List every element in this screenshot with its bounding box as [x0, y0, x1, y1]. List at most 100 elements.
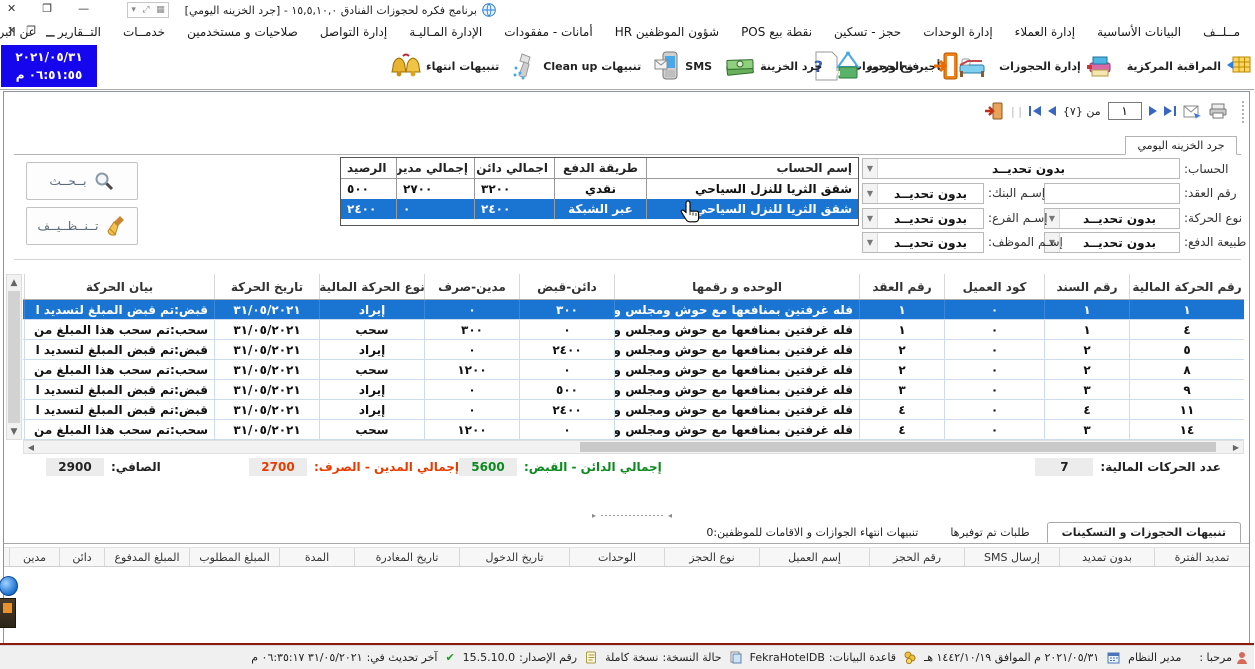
alerts-column-header[interactable]: إرسال SMS: [965, 548, 1060, 566]
menu-item-3[interactable]: إدارة الوحدات: [924, 25, 993, 39]
alerts-column-header[interactable]: تمديد الفترة: [1155, 548, 1250, 566]
branch-select[interactable]: ▼بدون تحديــد: [863, 208, 985, 229]
menu-item-4[interactable]: حجز - تسكين: [835, 25, 902, 39]
menu-item-5[interactable]: نقطة بيع POS: [742, 25, 813, 39]
next-record-button[interactable]: [1150, 106, 1158, 116]
clean-button[interactable]: تــنــظــيــف: [27, 207, 139, 245]
close-button[interactable]: ✕: [8, 2, 17, 15]
scroll-right-icon[interactable]: ▶: [1230, 441, 1244, 453]
menu-bar: مــلــف البيانات الأساسية إدارة العملاء إدا…: [0, 22, 1255, 42]
record-number-input[interactable]: [1109, 102, 1143, 120]
toolbar-drag-handle[interactable]: [1242, 100, 1246, 124]
menu-item-0[interactable]: مــلــف: [1204, 25, 1241, 39]
mdi-close-button[interactable]: ✕: [8, 24, 17, 37]
grid-row[interactable]: ١١٠١فله غرفتين بمنافعها مع حوش ومجلس ومس…: [24, 300, 1245, 320]
menu-item-6[interactable]: شؤون الموظفين HR: [616, 25, 720, 39]
menu-item-10[interactable]: صلاحيات و مستخدمين: [188, 25, 299, 39]
grid-horizontal-scrollbar[interactable]: ◀ ▶: [24, 440, 1245, 454]
scroll-down-icon[interactable]: ▼: [8, 424, 22, 439]
menu-item-1[interactable]: البيانات الأساسية: [1098, 25, 1182, 39]
grid-column-header[interactable]: بيان الحركة: [25, 274, 215, 299]
alerts-column-header[interactable]: إسم العميل: [760, 548, 870, 566]
scroll-up-icon[interactable]: ▲: [8, 275, 22, 290]
grid-row[interactable]: ٩٣٠٣فله غرفتين بمنافعها مع حوش ومجلس ومس…: [24, 380, 1245, 400]
mdi-restore-button[interactable]: ❐: [27, 24, 37, 37]
alerts-column-header[interactable]: نوع الحجز: [665, 548, 760, 566]
panel-splitter-handle[interactable]: ◂▸: [593, 511, 673, 519]
search-button[interactable]: بــحــث: [27, 162, 139, 200]
print-button[interactable]: [1210, 103, 1228, 119]
scroll-left-icon[interactable]: ◀: [25, 441, 39, 453]
alerts-column-header[interactable]: المبلغ المدفوع: [105, 548, 190, 566]
grid-column-header[interactable]: كود العميل: [945, 274, 1045, 299]
tab-daily-treasury[interactable]: جرد الخزينه اليومي: [1126, 136, 1238, 155]
toolbar-central-monitor-button[interactable]: المراقبة المركزية: [1128, 54, 1253, 78]
toolbar-cleanup-alerts-button[interactable]: تنبيهات Clean up: [513, 52, 642, 80]
alerts-column-header[interactable]: رقم الحجز: [870, 548, 965, 566]
grid-vertical-scrollbar[interactable]: ▲ ▼: [7, 274, 23, 440]
bank-select[interactable]: ▼بدون تحديــد: [863, 183, 985, 204]
close-form-exit-icon[interactable]: [985, 102, 1005, 120]
restore-button[interactable]: ❐: [43, 2, 53, 15]
toolbar-expiry-alerts-button[interactable]: تنبيهات انتهاء: [392, 52, 500, 80]
alerts-column-header[interactable]: المدة: [280, 548, 355, 566]
grid-column-header[interactable]: تاريخ الحركة: [215, 274, 320, 299]
next-record-icon: [1150, 106, 1158, 116]
side-panel-sphere-icon[interactable]: [0, 576, 19, 596]
alerts-column-header[interactable]: دائن: [60, 548, 105, 566]
grid-column-header[interactable]: رقم العقد: [860, 274, 945, 299]
grid-column-header[interactable]: الوحده و رقمها: [615, 274, 860, 299]
menu-item-11[interactable]: خدمــات: [124, 25, 166, 39]
grid-cell: ٤: [1045, 400, 1130, 419]
export-mail-button[interactable]: [1184, 104, 1203, 119]
summary-row-cash[interactable]: شقق الثريا للنزل السياحي نقدي ٣٢٠٠ ٢٧٠٠ …: [342, 179, 859, 199]
alerts-column-header[interactable]: مدين: [10, 548, 60, 566]
payment-nature-select[interactable]: ▼بدون تحديــد: [1045, 232, 1181, 253]
tab-reservation-alerts[interactable]: تنبيهات الحجوزات و التسكينات: [1048, 522, 1242, 543]
side-panel-tool-icon[interactable]: [0, 598, 17, 628]
movement-type-select[interactable]: ▼بدون تحديــد: [1045, 208, 1181, 229]
toolbar-exit-button[interactable]: [933, 51, 961, 81]
alerts-column-header[interactable]: الوحدات: [570, 548, 665, 566]
menu-item-12[interactable]: التــقارير: [59, 25, 102, 39]
grid-cell: سحب: [320, 360, 425, 379]
grid-column-header[interactable]: مدين-صرف: [425, 274, 520, 299]
grid-column-header[interactable]: دائن-قبض: [520, 274, 615, 299]
alerts-column-header[interactable]: المبلغ المطلوب: [190, 548, 280, 566]
first-record-button[interactable]: [1030, 106, 1042, 116]
grid-column-header[interactable]: رقم السند: [1045, 274, 1130, 299]
toolbar-treasury-button[interactable]: جرد الخزينة: [726, 55, 823, 77]
grid-row[interactable]: ٤١٠١فله غرفتين بمنافعها مع حوش ومجلس ومس…: [24, 320, 1245, 340]
previous-record-button[interactable]: [1049, 106, 1057, 116]
alerts-column-header[interactable]: تاريخ المغادرة: [355, 548, 460, 566]
menu-item-2[interactable]: إدارة العملاء: [1016, 25, 1076, 39]
menu-item-8[interactable]: الإدارة المـاليـة: [410, 25, 483, 39]
contract-number-input[interactable]: [1045, 183, 1181, 204]
menu-item-7[interactable]: أمانات - مفقودات: [505, 25, 593, 39]
grid-column-header[interactable]: رقم الحركة المالية: [1130, 274, 1245, 299]
toolbar-open-shift-button[interactable]: OPEN فتح ورديه: [836, 51, 920, 81]
grid-column-header[interactable]: نوع الحركة المالية: [320, 274, 425, 299]
toolbar-sms-button[interactable]: SMS: [655, 51, 713, 81]
quick-access-toolbar[interactable]: ▦⤢▾: [128, 2, 170, 18]
grid-row[interactable]: ١٤٣٠٤فله غرفتين بمنافعها مع حوش ومجلس وم…: [24, 420, 1245, 440]
account-select[interactable]: ▼بدون تحديــد: [863, 158, 1181, 179]
grid-row[interactable]: ١١٤٠٤فله غرفتين بمنافعها مع حوش ومجلس وم…: [24, 400, 1245, 420]
scrollbar-thumb[interactable]: [9, 291, 21, 423]
summary-col-credit: اجمالي دائن: [475, 158, 555, 179]
tab-fulfilled-requests[interactable]: طلبات تم توفيرها: [936, 522, 1045, 543]
mdi-minimize-button[interactable]: ▁: [47, 24, 55, 37]
grid-row[interactable]: ٨٢٠٢فله غرفتين بمنافعها مع حوش ومجلس ومس…: [24, 360, 1245, 380]
summary-row-network-selected[interactable]: شقق الثريا للنزل السياحي عبر الشبكة ٢٤٠٠…: [342, 199, 859, 219]
grid-row[interactable]: ٥٢٠٢فله غرفتين بمنافعها مع حوش ومجلس ومس…: [24, 340, 1245, 360]
toolbar-manage-reservations-button[interactable]: إدارة الحجوزات: [1000, 53, 1115, 79]
menu-item-9[interactable]: إدارة التواصل: [321, 25, 388, 39]
last-record-button[interactable]: [1165, 106, 1177, 116]
minimize-button[interactable]: —: [79, 2, 90, 15]
employee-select[interactable]: ▼بدون تحديــد: [863, 232, 985, 253]
alerts-column-header[interactable]: تاريخ الدخول: [460, 548, 570, 566]
window-controls: — ❐ ✕: [8, 2, 90, 15]
scrollbar-thumb[interactable]: [581, 442, 1217, 452]
tab-passport-expiry-alerts[interactable]: تنبيهات انتهاء الجوازات و الاقامات للموظ…: [692, 522, 934, 543]
alerts-column-header[interactable]: بدون تمديد: [1060, 548, 1155, 566]
